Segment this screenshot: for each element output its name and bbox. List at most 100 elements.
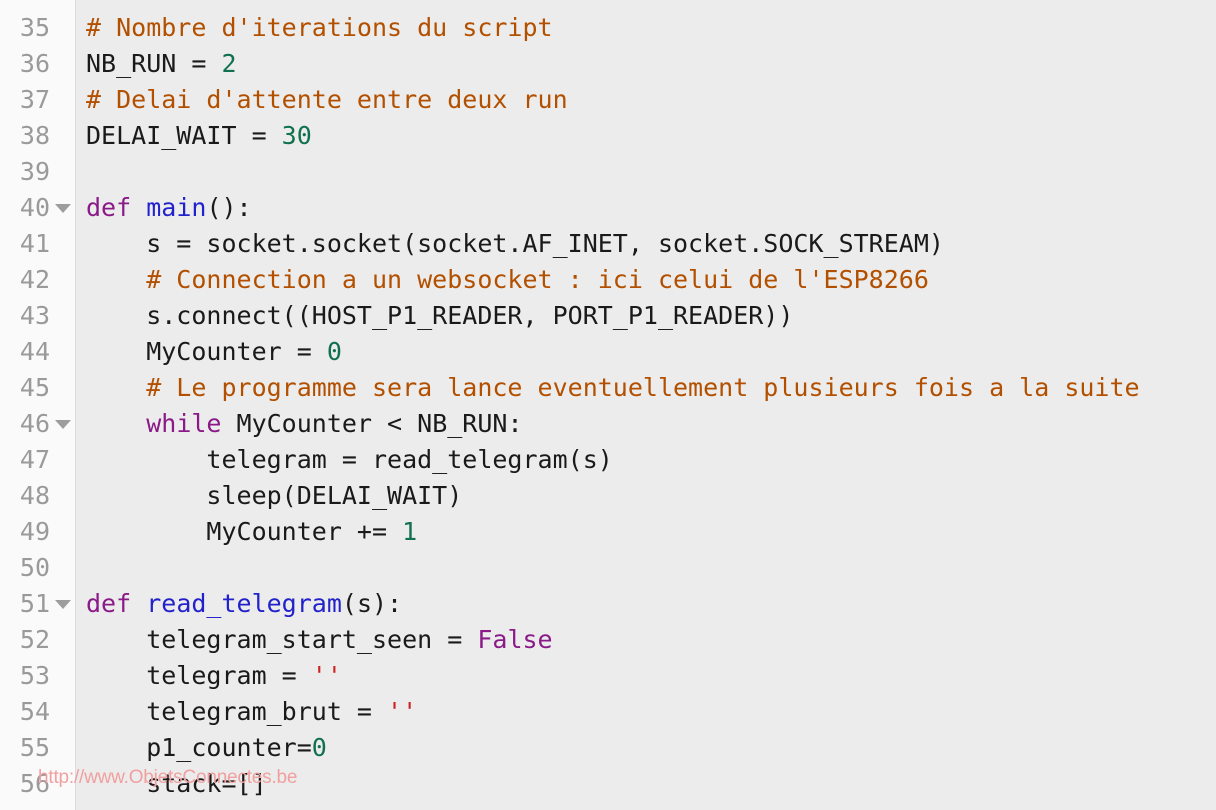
- code-token-number: 30: [281, 121, 312, 150]
- line-number: 55: [19, 733, 50, 762]
- line-number: 46: [19, 409, 50, 438]
- code-token-plain: MyCounter =: [86, 337, 327, 366]
- line-number: 50: [19, 553, 50, 582]
- code-token-plain: p1_counter=: [86, 733, 312, 762]
- code-token-plain: sleep(DELAI_WAIT): [86, 481, 463, 510]
- gutter-row[interactable]: 49: [0, 514, 76, 550]
- code-token-comment: # Le programme sera lance eventuellement…: [86, 373, 1140, 402]
- code-token-plain: s = socket.socket(socket.AF_INET, socket…: [86, 229, 944, 258]
- line-number: 42: [19, 265, 50, 294]
- code-token-comment: # Delai d'attente entre deux run: [86, 85, 568, 114]
- code-editor[interactable]: 35 36 37 38 39 40 41 42 43 44 45 46 47 48 49 50 51 52 53 54…: [0, 0, 1216, 810]
- gutter-row[interactable]: 56: [0, 766, 76, 802]
- gutter-row[interactable]: 46: [0, 406, 76, 442]
- code-content[interactable]: # Nombre d'iterations du script NB_RUN = …: [77, 10, 1216, 802]
- code-token-plain: MyCounter < NB_RUN:: [236, 409, 523, 438]
- code-line[interactable]: telegram = '': [77, 658, 1216, 694]
- gutter-row[interactable]: 52: [0, 622, 76, 658]
- gutter-row[interactable]: 36: [0, 46, 76, 82]
- code-token-string: '': [311, 661, 342, 690]
- code-line[interactable]: # Nombre d'iterations du script: [77, 10, 1216, 46]
- gutter-row[interactable]: 54: [0, 694, 76, 730]
- code-line[interactable]: telegram_brut = '': [77, 694, 1216, 730]
- gutter-row[interactable]: 55: [0, 730, 76, 766]
- code-token-number: 0: [311, 733, 327, 762]
- code-line[interactable]: # Delai d'attente entre deux run: [77, 82, 1216, 118]
- code-token-plain: telegram =: [86, 661, 312, 690]
- code-token-keyword: def: [86, 193, 147, 222]
- line-number-gutter[interactable]: 35 36 37 38 39 40 41 42 43 44 45 46 47 48 49 50 51 52 53 54…: [0, 0, 76, 810]
- gutter-row[interactable]: 47: [0, 442, 76, 478]
- gutter-row[interactable]: 35: [0, 10, 76, 46]
- code-token-keyword: def: [86, 589, 147, 618]
- code-line[interactable]: # Le programme sera lance eventuellement…: [77, 370, 1216, 406]
- code-token-string: '': [387, 697, 418, 726]
- code-token-plain: ():: [206, 193, 252, 222]
- line-number: 53: [19, 661, 50, 690]
- line-number: 40: [19, 193, 50, 222]
- gutter-row[interactable]: 37: [0, 82, 76, 118]
- fold-collapse-triangle-icon[interactable]: [55, 600, 71, 609]
- code-token-plain: stack=[]: [86, 769, 267, 798]
- code-token-plain: (s):: [341, 589, 403, 618]
- code-line[interactable]: def read_telegram(s):: [77, 586, 1216, 622]
- code-token-plain: DELAI_WAIT =: [86, 121, 282, 150]
- code-line[interactable]: sleep(DELAI_WAIT): [77, 478, 1216, 514]
- line-number: 37: [19, 85, 50, 114]
- line-number: 44: [19, 337, 50, 366]
- line-number: 38: [19, 121, 50, 150]
- gutter-row[interactable]: 40: [0, 190, 76, 226]
- gutter-line-list: 35 36 37 38 39 40 41 42 43 44 45 46 47 48 49 50 51 52 53 54…: [0, 10, 76, 802]
- code-token-number: 1: [402, 517, 418, 546]
- line-number: 47: [19, 445, 50, 474]
- gutter-row[interactable]: 53: [0, 658, 76, 694]
- code-token-plain: telegram_start_seen =: [86, 625, 478, 654]
- line-number: 36: [19, 49, 50, 78]
- code-token-func: read_telegram: [146, 589, 342, 618]
- line-number: 51: [19, 589, 50, 618]
- code-line[interactable]: def main():: [77, 190, 1216, 226]
- code-token-plain: s.connect((HOST_P1_READER, PORT_P1_READE…: [86, 301, 794, 330]
- code-line[interactable]: s.connect((HOST_P1_READER, PORT_P1_READE…: [77, 298, 1216, 334]
- code-line[interactable]: [77, 550, 1216, 586]
- line-number: 43: [19, 301, 50, 330]
- code-line[interactable]: MyCounter += 1: [77, 514, 1216, 550]
- line-number: 54: [19, 697, 50, 726]
- code-token-plain: telegram_brut =: [86, 697, 388, 726]
- gutter-row[interactable]: 44: [0, 334, 76, 370]
- code-line[interactable]: MyCounter = 0: [77, 334, 1216, 370]
- line-number: 56: [19, 769, 50, 798]
- code-token-comment: # Connection a un websocket : ici celui …: [86, 265, 929, 294]
- fold-collapse-triangle-icon[interactable]: [55, 420, 71, 429]
- code-token-plain: NB_RUN =: [86, 49, 222, 78]
- line-number: 48: [19, 481, 50, 510]
- code-line[interactable]: while MyCounter < NB_RUN:: [77, 406, 1216, 442]
- line-number: 35: [19, 13, 50, 42]
- gutter-row[interactable]: 48: [0, 478, 76, 514]
- code-line[interactable]: stack=[]: [77, 766, 1216, 802]
- gutter-row[interactable]: 45: [0, 370, 76, 406]
- code-line[interactable]: s = socket.socket(socket.AF_INET, socket…: [77, 226, 1216, 262]
- code-line[interactable]: NB_RUN = 2: [77, 46, 1216, 82]
- code-line[interactable]: # Connection a un websocket : ici celui …: [77, 262, 1216, 298]
- code-token-comment: # Nombre d'iterations du script: [86, 13, 553, 42]
- code-token-keyword: False: [477, 625, 553, 654]
- code-line[interactable]: DELAI_WAIT = 30: [77, 118, 1216, 154]
- gutter-row[interactable]: 39: [0, 154, 76, 190]
- gutter-row[interactable]: 42: [0, 262, 76, 298]
- gutter-row[interactable]: 43: [0, 298, 76, 334]
- line-number: 41: [19, 229, 50, 258]
- code-token-number: 0: [326, 337, 342, 366]
- code-line[interactable]: telegram = read_telegram(s): [77, 442, 1216, 478]
- gutter-row[interactable]: 50: [0, 550, 76, 586]
- code-line[interactable]: [77, 154, 1216, 190]
- line-number: 49: [19, 517, 50, 546]
- code-line[interactable]: telegram_start_seen = False: [77, 622, 1216, 658]
- code-token-plain: MyCounter +=: [86, 517, 403, 546]
- gutter-row[interactable]: 38: [0, 118, 76, 154]
- gutter-row[interactable]: 41: [0, 226, 76, 262]
- gutter-row[interactable]: 51: [0, 586, 76, 622]
- fold-collapse-triangle-icon[interactable]: [55, 204, 71, 213]
- code-line[interactable]: p1_counter=0: [77, 730, 1216, 766]
